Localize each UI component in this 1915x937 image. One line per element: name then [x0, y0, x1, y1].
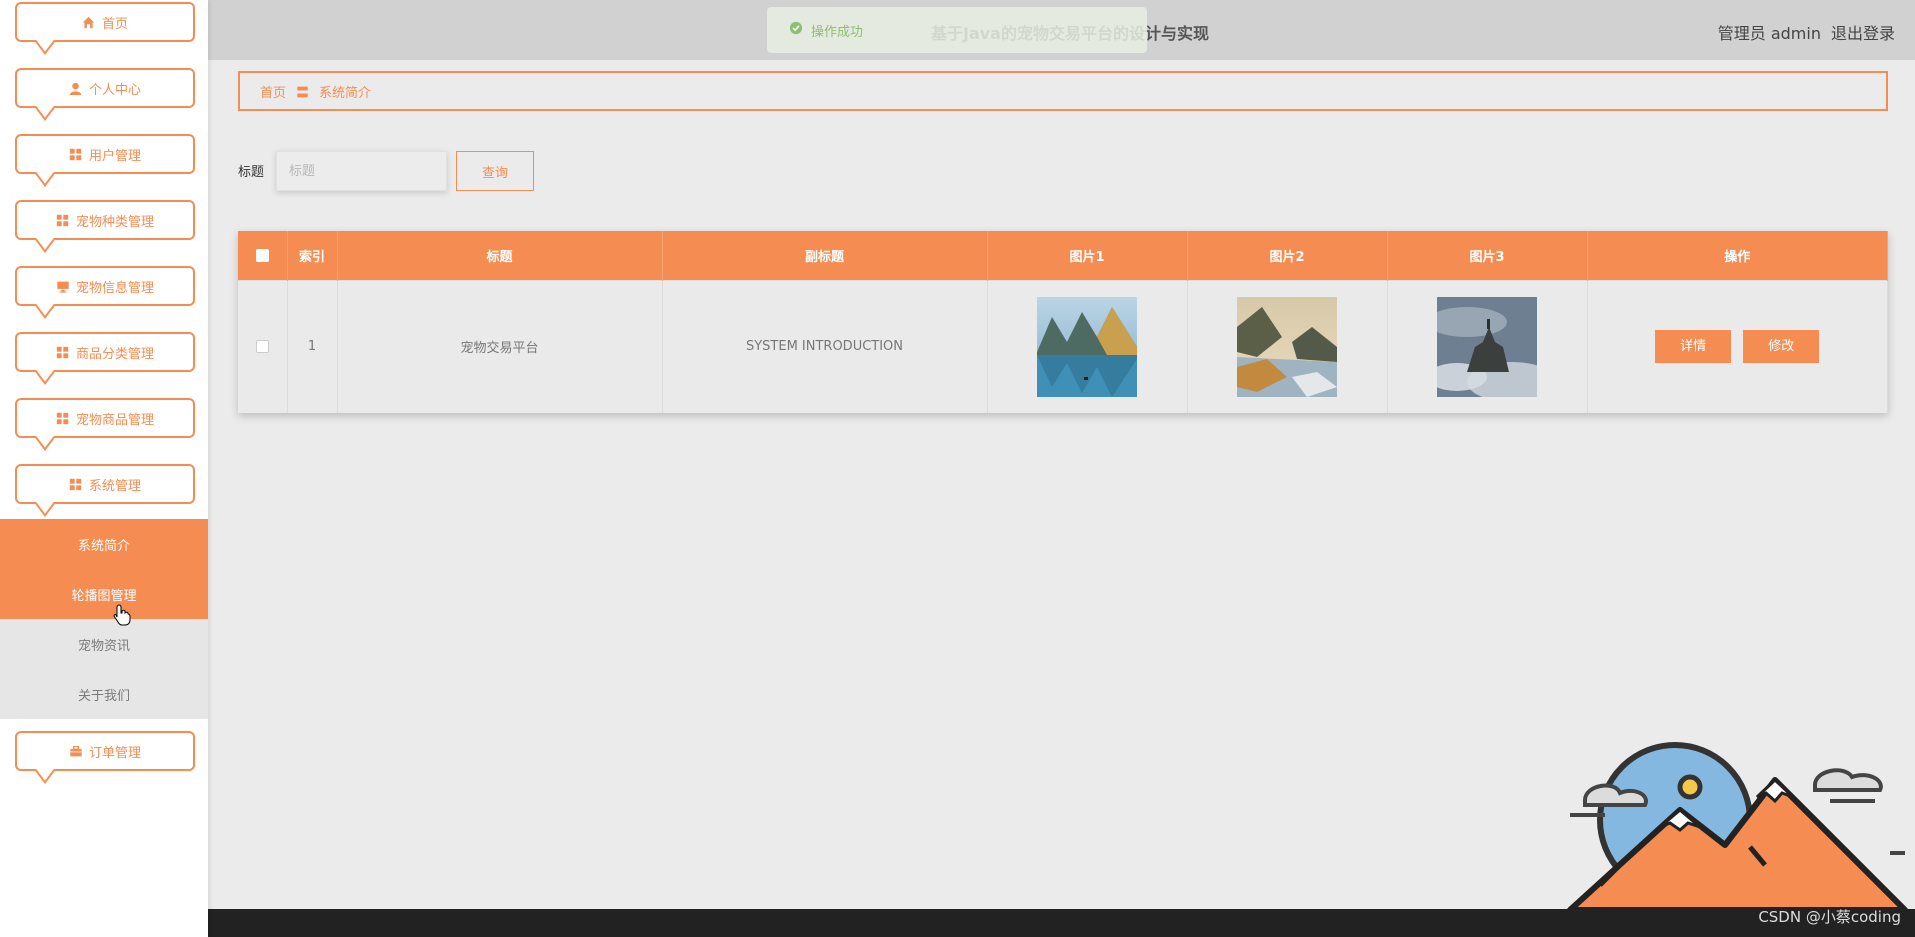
footer-bar	[208, 909, 1915, 937]
monitor-icon	[56, 279, 70, 293]
column-header: 图片1	[987, 231, 1188, 280]
column-header: 标题	[337, 231, 663, 280]
coastal-rocks-image[interactable]	[1237, 296, 1337, 397]
image3-cell	[1387, 279, 1588, 413]
column-header: 图片3	[1387, 231, 1588, 280]
grid-icon	[56, 345, 70, 359]
grid-icon	[56, 411, 70, 425]
lake-mountain-image[interactable]	[1037, 296, 1137, 397]
menu-item-users[interactable]: 用户管理	[15, 134, 195, 174]
success-toast: 操作成功	[767, 7, 1147, 53]
admin-label: 管理员 admin	[1717, 24, 1821, 43]
menu-item-orders[interactable]: 订单管理	[15, 731, 195, 771]
menu-item-pet-info[interactable]: 宠物信息管理	[15, 266, 195, 306]
row-checkbox[interactable]	[255, 340, 269, 354]
search-button[interactable]: 查询	[456, 151, 534, 191]
breadcrumb-separator: 〓	[296, 85, 310, 101]
menu-item-label: 宠物信息管理	[75, 280, 154, 296]
image2-cell	[1187, 279, 1388, 413]
column-header: 图片2	[1187, 231, 1388, 280]
grid-icon	[69, 147, 83, 161]
watermark: CSDN @小蔡coding	[1758, 908, 1901, 926]
menu-item-label: 宠物种类管理	[75, 214, 154, 230]
column-header: 索引	[287, 231, 338, 280]
select-all-cell	[238, 231, 288, 280]
home-icon	[82, 15, 96, 29]
submenu-carousel[interactable]: 轮播图管理	[0, 569, 208, 619]
detail-button[interactable]: 详情	[1655, 330, 1732, 364]
menu-item-home[interactable]: 首页	[15, 2, 195, 42]
grid-icon	[69, 477, 83, 491]
select-all-checkbox[interactable]	[255, 248, 269, 262]
briefcase-icon	[69, 744, 83, 758]
logout-link[interactable]: 退出登录	[1831, 20, 1895, 44]
menu-item-label: 订单管理	[88, 745, 141, 761]
column-header: 操作	[1587, 231, 1888, 280]
user-info: 管理员 admin 退出登录	[1718, 20, 1895, 44]
submenu-about-us[interactable]: 关于我们	[0, 669, 208, 719]
table-header-row: 索引 标题 副标题 图片1 图片2 图片3 操作	[238, 231, 1888, 280]
menu-item-profile[interactable]: 个人中心	[15, 68, 195, 108]
toast-message: 操作成功	[811, 24, 864, 40]
subtitle-cell: SYSTEM INTRODUCTION	[662, 279, 988, 413]
search-label: 标题	[238, 165, 265, 180]
mountain-illustration	[1567, 742, 1908, 910]
hand-cursor-icon	[113, 604, 131, 630]
menu-item-label: 用户管理	[88, 148, 141, 164]
menu-item-pet-category[interactable]: 宠物种类管理	[15, 200, 195, 240]
column-header: 副标题	[662, 231, 988, 280]
title-cell: 宠物交易平台	[337, 279, 663, 413]
menu-item-goods-category[interactable]: 商品分类管理	[15, 332, 195, 372]
check-circle-icon	[789, 21, 803, 39]
system-submenu: 系统简介 轮播图管理 宠物资讯 关于我们	[0, 519, 208, 719]
menu-item-label: 商品分类管理	[75, 346, 154, 362]
grid-icon	[56, 213, 70, 227]
submenu-pet-news[interactable]: 宠物资讯	[0, 619, 208, 669]
menu-item-label: 宠物商品管理	[75, 412, 154, 428]
actions-cell: 详情 修改	[1587, 279, 1888, 413]
breadcrumb: 首页 〓 系统简介	[238, 71, 1888, 111]
breadcrumb-home[interactable]: 首页	[260, 82, 286, 101]
index-cell: 1	[287, 279, 338, 413]
menu-item-pet-goods[interactable]: 宠物商品管理	[15, 398, 195, 438]
table-row: 1 宠物交易平台 SYSTEM INTRODUCTION 详情 修改	[238, 279, 1888, 413]
image1-cell	[987, 279, 1188, 413]
search-input[interactable]	[276, 151, 447, 191]
menu-item-system[interactable]: 系统管理	[15, 464, 195, 504]
misty-island-image[interactable]	[1437, 296, 1537, 397]
sidebar: 首页 个人中心 用户管理 宠物种类管理 宠物信息管理 商品分类管理 宠物商品管理…	[0, 0, 208, 937]
breadcrumb-current: 系统简介	[319, 85, 372, 101]
menu-item-label: 个人中心	[88, 82, 141, 98]
user-icon	[69, 81, 83, 95]
menu-item-label: 首页	[101, 16, 128, 32]
data-table: 索引 标题 副标题 图片1 图片2 图片3 操作 1 宠物交易平台 SYSTEM…	[238, 231, 1888, 413]
submenu-system-intro[interactable]: 系统简介	[0, 519, 208, 569]
edit-button[interactable]: 修改	[1743, 330, 1820, 364]
row-select-cell	[238, 279, 288, 413]
menu-item-label: 系统管理	[88, 478, 141, 494]
